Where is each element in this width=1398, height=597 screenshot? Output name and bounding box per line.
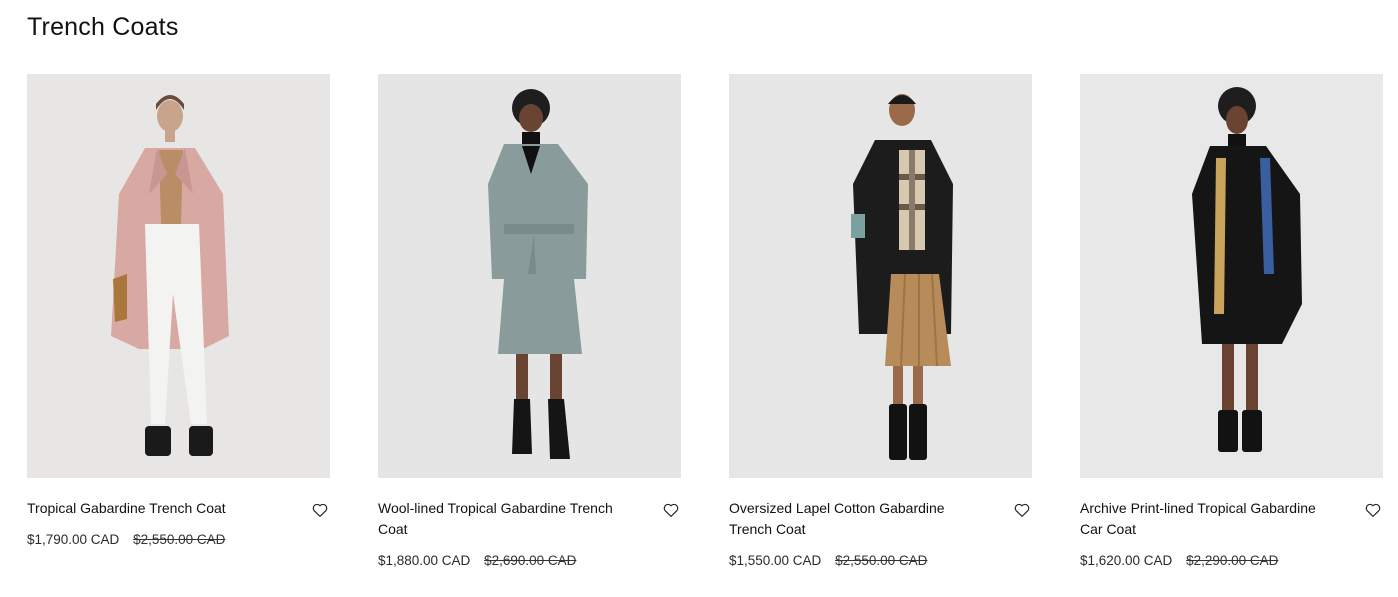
heart-outline-icon: [1365, 503, 1381, 517]
original-price: $2,690.00 CAD: [484, 553, 577, 568]
product-image[interactable]: [27, 74, 330, 478]
original-price: $2,550.00 CAD: [835, 553, 928, 568]
wishlist-button[interactable]: [310, 500, 330, 520]
heart-outline-icon: [1014, 503, 1030, 517]
wishlist-button[interactable]: [1012, 500, 1032, 520]
product-photo-grey-trench: [378, 74, 681, 478]
product-card: Oversized Lapel Cotton Gabardine Trench …: [729, 74, 1032, 570]
current-price: $1,620.00 CAD: [1080, 553, 1173, 568]
product-name-link[interactable]: Oversized Lapel Cotton Gabardine Trench …: [729, 498, 984, 540]
product-card: Archive Print-lined Tropical Gabardine C…: [1080, 74, 1383, 570]
current-price: $1,550.00 CAD: [729, 553, 822, 568]
product-name-link[interactable]: Tropical Gabardine Trench Coat: [27, 498, 282, 519]
wishlist-button[interactable]: [661, 500, 681, 520]
product-info: Oversized Lapel Cotton Gabardine Trench …: [729, 498, 1032, 570]
product-name-link[interactable]: Archive Print-lined Tropical Gabardine C…: [1080, 498, 1335, 540]
product-info: Archive Print-lined Tropical Gabardine C…: [1080, 498, 1383, 570]
product-photo-black-car-coat: [1080, 74, 1383, 478]
product-name-link[interactable]: Wool-lined Tropical Gabardine Trench Coa…: [378, 498, 633, 540]
product-image[interactable]: [729, 74, 1032, 478]
product-photo-black-trench: [729, 74, 1032, 478]
product-info: Tropical Gabardine Trench Coat $1,790.00…: [27, 498, 330, 549]
product-card: Wool-lined Tropical Gabardine Trench Coa…: [378, 74, 681, 570]
product-image[interactable]: [1080, 74, 1383, 478]
original-price: $2,290.00 CAD: [1186, 553, 1279, 568]
current-price: $1,790.00 CAD: [27, 532, 120, 547]
wishlist-button[interactable]: [1363, 500, 1383, 520]
original-price: $2,550.00 CAD: [133, 532, 226, 547]
price-row: $1,550.00 CAD $2,550.00 CAD: [729, 552, 1032, 570]
current-price: $1,880.00 CAD: [378, 553, 471, 568]
price-row: $1,790.00 CAD $2,550.00 CAD: [27, 531, 330, 549]
heart-outline-icon: [312, 503, 328, 517]
product-card: Tropical Gabardine Trench Coat $1,790.00…: [27, 74, 330, 549]
price-row: $1,880.00 CAD $2,690.00 CAD: [378, 552, 681, 570]
product-info: Wool-lined Tropical Gabardine Trench Coa…: [378, 498, 681, 570]
heart-outline-icon: [663, 503, 679, 517]
product-image[interactable]: [378, 74, 681, 478]
page-title: Trench Coats: [27, 13, 179, 41]
product-photo-pink-trench: [27, 74, 330, 478]
price-row: $1,620.00 CAD $2,290.00 CAD: [1080, 552, 1383, 570]
